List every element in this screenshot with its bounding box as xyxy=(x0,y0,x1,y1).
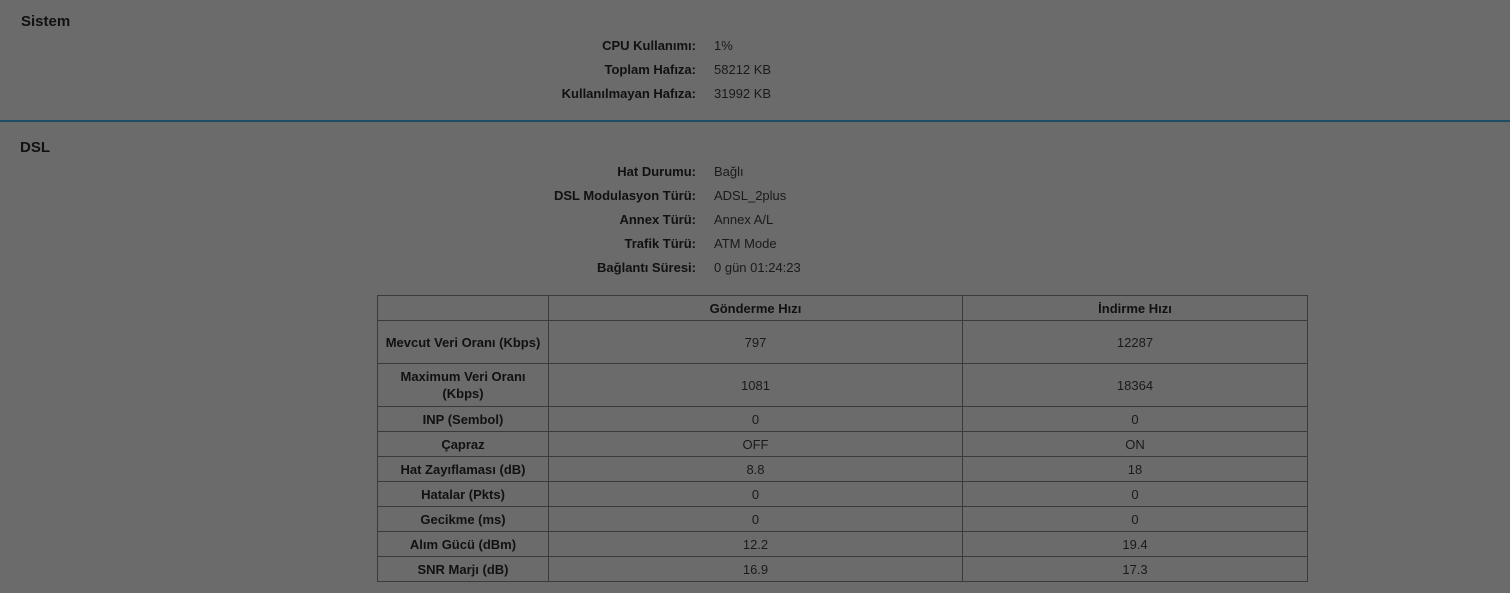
cpu-usage-label: CPU Kullanımı: xyxy=(602,38,696,53)
row-label: Gecikme (ms) xyxy=(377,506,549,532)
table-header-row: Gönderme Hızı İndirme Hızı xyxy=(377,295,1308,321)
table-row: SNR Marjı (dB) 16.9 17.3 xyxy=(377,556,1308,582)
row-label: Mevcut Veri Oranı (Kbps) xyxy=(377,320,549,364)
sistem-title: Sistem xyxy=(21,13,71,30)
upstream-value: 0 xyxy=(548,406,963,432)
dsl-stats-table: Gönderme Hızı İndirme Hızı Mevcut Veri O… xyxy=(377,295,1308,582)
line-status-label: Hat Durumu: xyxy=(617,164,696,179)
upstream-value: 0 xyxy=(548,481,963,507)
modulation-row: DSL Modulasyon Türü: ADSL_2plus xyxy=(0,188,1510,212)
table-header-empty xyxy=(377,295,549,321)
row-label: Hat Zayıflaması (dB) xyxy=(377,456,549,482)
traffic-type-label: Trafik Türü: xyxy=(624,236,696,251)
downstream-value: 0 xyxy=(962,406,1308,432)
row-label: SNR Marjı (dB) xyxy=(377,556,549,582)
upstream-value: 8.8 xyxy=(548,456,963,482)
uptime-row: Bağlantı Süresi: 0 gün 01:24:23 xyxy=(0,260,1510,284)
cpu-usage-value: 1% xyxy=(714,38,733,53)
downstream-value: 19.4 xyxy=(962,531,1308,557)
table-row: Alım Gücü (dBm) 12.2 19.4 xyxy=(377,531,1308,557)
table-row: Hat Zayıflaması (dB) 8.8 18 xyxy=(377,456,1308,482)
free-memory-value: 31992 KB xyxy=(714,86,772,101)
uptime-value: 0 gün 01:24:23 xyxy=(714,260,801,275)
annex-label: Annex Türü: xyxy=(619,212,696,227)
downstream-value: 17.3 xyxy=(962,556,1308,582)
total-memory-row: Toplam Hafıza: 58212 KB xyxy=(0,62,1510,86)
row-label: INP (Sembol) xyxy=(377,406,549,432)
upstream-value: 0 xyxy=(548,506,963,532)
table-row: Çapraz OFF ON xyxy=(377,431,1308,457)
line-status-row: Hat Durumu: Bağlı xyxy=(0,164,1510,188)
traffic-type-value: ATM Mode xyxy=(714,236,777,251)
downstream-value: 12287 xyxy=(962,320,1308,364)
table-row: Gecikme (ms) 0 0 xyxy=(377,506,1308,532)
modulation-value: ADSL_2plus xyxy=(714,188,787,203)
row-label: Maximum Veri Oranı (Kbps) xyxy=(377,363,549,407)
section-divider xyxy=(0,120,1510,122)
downstream-value: ON xyxy=(962,431,1308,457)
traffic-type-row: Trafik Türü: ATM Mode xyxy=(0,236,1510,260)
upstream-value: 12.2 xyxy=(548,531,963,557)
table-row: Maximum Veri Oranı (Kbps) 1081 18364 xyxy=(377,363,1308,407)
line-status-value: Bağlı xyxy=(714,164,744,179)
upstream-value: OFF xyxy=(548,431,963,457)
cpu-usage-row: CPU Kullanımı: 1% xyxy=(0,38,1510,62)
free-memory-row: Kullanılmayan Hafıza: 31992 KB xyxy=(0,86,1510,110)
dsl-title: DSL xyxy=(20,139,50,156)
downstream-value: 0 xyxy=(962,481,1308,507)
total-memory-label: Toplam Hafıza: xyxy=(604,62,697,77)
modulation-label: DSL Modulasyon Türü: xyxy=(553,188,696,203)
table-header-upstream: Gönderme Hızı xyxy=(548,295,963,321)
downstream-value: 0 xyxy=(962,506,1308,532)
row-label: Çapraz xyxy=(377,431,549,457)
downstream-value: 18364 xyxy=(962,363,1308,407)
total-memory-value: 58212 KB xyxy=(714,62,772,77)
table-row: Hatalar (Pkts) 0 0 xyxy=(377,481,1308,507)
table-row: Mevcut Veri Oranı (Kbps) 797 12287 xyxy=(377,320,1308,364)
annex-value: Annex A/L xyxy=(714,212,774,227)
annex-row: Annex Türü: Annex A/L xyxy=(0,212,1510,236)
free-memory-label: Kullanılmayan Hafıza: xyxy=(561,86,696,101)
downstream-value: 18 xyxy=(962,456,1308,482)
upstream-value: 1081 xyxy=(548,363,963,407)
uptime-label: Bağlantı Süresi: xyxy=(597,260,696,275)
upstream-value: 16.9 xyxy=(548,556,963,582)
upstream-value: 797 xyxy=(548,320,963,364)
table-header-downstream: İndirme Hızı xyxy=(962,295,1308,321)
row-label: Hatalar (Pkts) xyxy=(377,481,549,507)
row-label: Alım Gücü (dBm) xyxy=(377,531,549,557)
table-row: INP (Sembol) 0 0 xyxy=(377,406,1308,432)
